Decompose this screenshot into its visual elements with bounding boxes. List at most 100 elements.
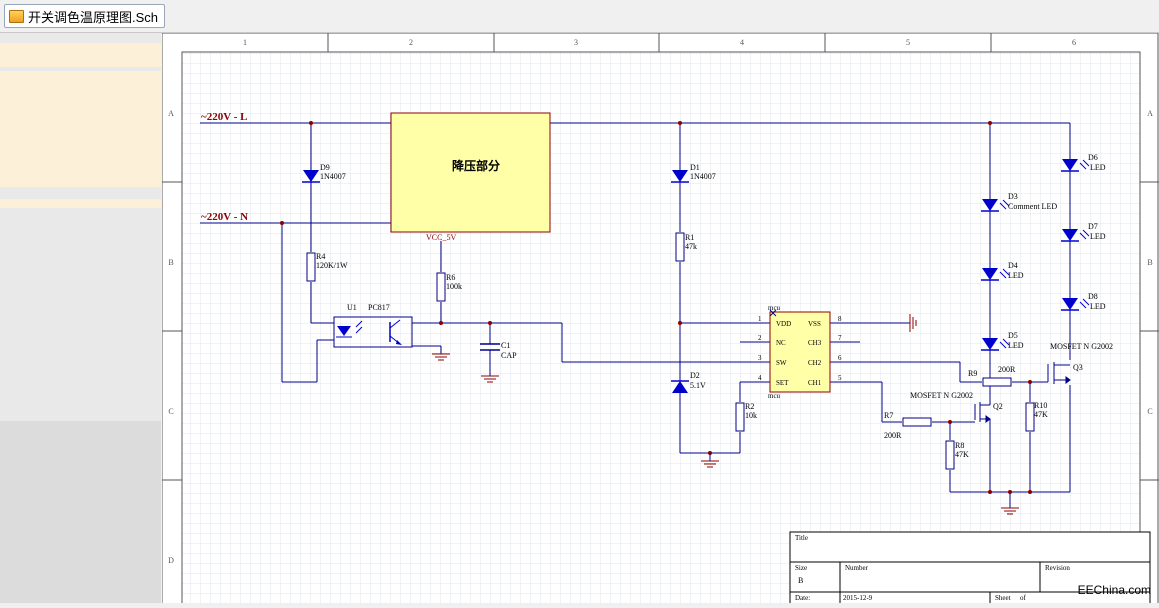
r10-value: 47K <box>1034 410 1048 419</box>
r1-value: 47k <box>685 242 697 251</box>
d4-value: LED <box>1008 271 1024 280</box>
d3-value: Comment LED <box>1008 202 1057 211</box>
titleblock-sheet: Sheet <box>995 594 1011 602</box>
mcu-pin-6: 6 <box>838 354 842 362</box>
resistor-r4[interactable] <box>306 252 316 282</box>
q2-value: MOSFET N G2002 <box>910 391 973 400</box>
d2-ref: D2 <box>690 371 700 380</box>
row-label: D <box>168 556 174 565</box>
r4-ref: R4 <box>316 252 325 261</box>
mcu-top-label: mcu <box>768 304 781 312</box>
mcu-pin-4: 4 <box>758 374 762 382</box>
mcu-pin-2: 2 <box>758 334 762 342</box>
titleblock-number: Number <box>845 564 869 572</box>
net-label-l: ~220V - L <box>201 111 247 123</box>
r7-value: 200R <box>884 431 902 440</box>
d4-ref: D4 <box>1008 261 1018 270</box>
col-label: 4 <box>740 38 744 47</box>
mcu-bottom-label: mcu <box>768 392 781 400</box>
row-label: A <box>1147 109 1153 118</box>
r1-ref: R1 <box>685 233 694 242</box>
mcu-pin-7: 7 <box>838 334 842 342</box>
resistor-r6[interactable] <box>436 272 446 302</box>
mcu-pin-name-set: SET <box>776 379 789 387</box>
schematic-doc-icon <box>9 9 24 23</box>
panel-lower-area <box>0 421 161 603</box>
row-label: B <box>1147 258 1152 267</box>
watermark: EEChina.com <box>1077 583 1151 597</box>
row-label: C <box>1147 407 1152 416</box>
titleblock-date: Date: <box>795 594 810 602</box>
col-label: 3 <box>574 38 578 47</box>
u1-ref: U1 <box>347 303 357 312</box>
col-label: 1 <box>243 38 247 47</box>
d6-value: LED <box>1090 163 1106 172</box>
mcu-pin-8: 8 <box>838 315 842 323</box>
d1-ref: D1 <box>690 163 700 172</box>
panel-highlight-area <box>0 71 161 187</box>
row-label: C <box>168 407 173 416</box>
schematic-canvas[interactable]: 1 2 3 4 5 6 A B C D A B C ~220V - L ~220… <box>161 32 1159 608</box>
d5-ref: D5 <box>1008 331 1018 340</box>
titleblock-size-value: B <box>798 576 803 585</box>
net-label-vcc: VCC_5V <box>426 233 456 242</box>
d6-ref: D6 <box>1088 153 1098 162</box>
r9-value: 200R <box>998 365 1016 374</box>
r8-value: 47K <box>955 450 969 459</box>
titleblock-size: Size <box>795 564 807 572</box>
q3-value: MOSFET N G2002 <box>1050 342 1113 351</box>
d7-value: LED <box>1090 232 1106 241</box>
sheet-grid <box>182 52 1140 603</box>
titleblock-date-value: 2015-12-9 <box>843 594 873 602</box>
d1-value: 1N4007 <box>690 172 716 181</box>
mcu-pin-3: 3 <box>758 354 762 362</box>
titleblock-revision: Revision <box>1045 564 1070 572</box>
panel-highlight-row <box>0 43 161 67</box>
mcu-pin-name-nc: NC <box>776 339 786 347</box>
r10-ref: R10 <box>1034 401 1047 410</box>
col-label: 5 <box>906 38 910 47</box>
mcu-pin-name-ch3: CH3 <box>808 339 822 347</box>
r7-ref: R7 <box>884 411 893 420</box>
titleblock-title: Title <box>795 534 808 542</box>
q3-ref: Q3 <box>1073 363 1083 372</box>
d8-value: LED <box>1090 302 1106 311</box>
document-tab-bar: 开关调色温原理图.Sch <box>0 0 1159 33</box>
resistor-r1[interactable] <box>675 232 685 262</box>
panel-highlight-strip <box>0 199 161 208</box>
mcu-pin-5: 5 <box>838 374 842 382</box>
resistor-r7[interactable] <box>902 417 932 427</box>
side-panel[interactable] <box>0 33 161 603</box>
d9-value: 1N4007 <box>320 172 346 181</box>
resistor-r10[interactable] <box>1025 402 1035 432</box>
d9-ref: D9 <box>320 163 330 172</box>
mcu-pin-name-vdd: VDD <box>776 320 791 328</box>
resistor-r2[interactable] <box>735 402 745 432</box>
mcu-pin-name-ch1: CH1 <box>808 379 822 387</box>
resistor-r8[interactable] <box>945 440 955 470</box>
r9-ref: R9 <box>968 369 977 378</box>
d5-value: LED <box>1008 341 1024 350</box>
titleblock-of: of <box>1020 594 1027 602</box>
document-tab-title: 开关调色温原理图.Sch <box>28 9 159 25</box>
net-label-n: ~220V - N <box>201 211 248 223</box>
resistor-r9[interactable] <box>982 377 1012 387</box>
mcu-pin-name-ch2: CH2 <box>808 359 822 367</box>
c1-ref: C1 <box>501 341 510 350</box>
document-tab[interactable]: 开关调色温原理图.Sch <box>4 4 166 28</box>
r8-ref: R8 <box>955 441 964 450</box>
r2-ref: R2 <box>745 402 754 411</box>
d3-ref: D3 <box>1008 192 1018 201</box>
r2-value: 10k <box>745 411 757 420</box>
mcu-pin-name-sw: SW <box>776 359 787 367</box>
step-down-block-label: 降压部分 <box>452 158 500 173</box>
r6-ref: R6 <box>446 273 455 282</box>
c1-value: CAP <box>501 351 517 360</box>
col-label: 2 <box>409 38 413 47</box>
u1-value: PC817 <box>368 303 390 312</box>
col-label: 6 <box>1072 38 1076 47</box>
r6-value: 100k <box>446 282 462 291</box>
row-label: B <box>168 258 173 267</box>
d2-value: 5.1V <box>690 381 706 390</box>
d8-ref: D8 <box>1088 292 1098 301</box>
